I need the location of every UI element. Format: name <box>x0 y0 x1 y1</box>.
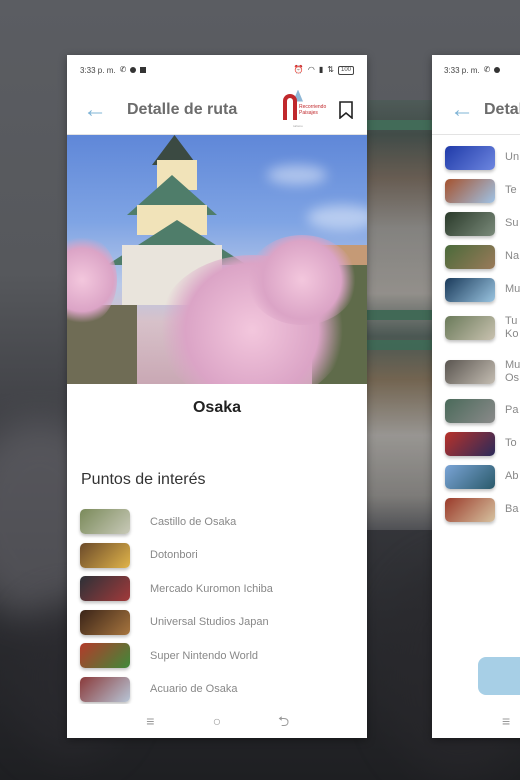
place-name: Osaka <box>192 399 242 416</box>
points-of-interest-list: Castillo de Osaka Dotonbori Mercado Kuromo… <box>67 505 367 706</box>
logo-arch-icon <box>283 93 297 120</box>
home-icon[interactable]: ○ <box>207 714 227 728</box>
poi-label: Tu Ko <box>505 315 519 340</box>
app-bar: ← Detalle de ruta Recorriendo Paisajes t… <box>67 85 367 135</box>
notification-dot-icon <box>130 67 137 73</box>
wifi-icon: ◠ <box>307 65 315 74</box>
poi-thumbnail <box>445 360 495 384</box>
poi-list-item[interactable]: Universal Studios Japan <box>67 606 367 640</box>
poi-list-item[interactable]: To <box>432 427 520 460</box>
system-nav-bar: ≡ <box>432 704 520 738</box>
status-bar: 3:33 p. m. ✆ ⏰ ◠ ▮ ⇅ 100 <box>67 55 367 85</box>
poi-thumbnail <box>80 576 130 602</box>
arrow-left-icon[interactable]: ← <box>450 97 474 122</box>
status-time: 3:33 p. m. <box>444 65 480 75</box>
recent-app-card-main[interactable]: 3:33 p. m. ✆ ⏰ ◠ ▮ ⇅ 100 ← Detalle de ru… <box>67 55 367 738</box>
arrow-left-icon[interactable]: ← <box>83 97 113 122</box>
page-title: Detalle de ruta <box>127 100 238 118</box>
whatsapp-icon: ✆ <box>483 65 491 74</box>
poi-label: Ba <box>505 503 519 515</box>
poi-thumbnail <box>445 211 495 236</box>
poi-list-item[interactable]: Ba <box>432 493 520 526</box>
poi-label: Universal Studios Japan <box>150 616 269 629</box>
poi-thumbnail <box>445 178 495 203</box>
poi-list-item[interactable]: Dotonbori <box>67 539 367 573</box>
brand-logo: Recorriendo Paisajes turismo <box>281 89 327 130</box>
back-icon[interactable]: ⮌ <box>274 714 294 728</box>
lte-icon: ⇅ <box>327 65 334 74</box>
poi-list-item[interactable]: Na <box>432 240 520 273</box>
start-route-button[interactable] <box>478 657 520 695</box>
poi-label: Acuario de Osaka <box>150 683 238 696</box>
bookmark-icon[interactable] <box>339 100 353 119</box>
poi-label: Un <box>505 151 520 163</box>
poi-thumbnail <box>445 497 495 522</box>
notification-dot-icon <box>494 67 501 73</box>
poi-thumbnail <box>445 431 495 456</box>
status-bar: 3:33 p. m. ✆ <box>432 55 520 85</box>
points-of-interest-list: Un Te Su Na Mu Tu Ko Mu Os Pa To Ab Ba <box>432 141 520 526</box>
recent-apps-icon[interactable]: ≡ <box>502 714 510 728</box>
poi-list-item[interactable]: Mercado Kuromon Ichiba <box>67 572 367 606</box>
poi-thumbnail <box>80 643 130 669</box>
poi-label: Na <box>505 250 520 262</box>
alarm-icon: ⏰ <box>293 65 304 74</box>
poi-thumbnail <box>445 244 495 269</box>
poi-thumbnail <box>445 316 495 340</box>
poi-list-item[interactable]: Un <box>432 141 520 174</box>
system-nav-bar: ≡ ○ ⮌ <box>67 704 367 738</box>
whatsapp-icon: ✆ <box>119 65 127 74</box>
poi-thumbnail <box>445 145 495 170</box>
recent-app-card-right[interactable]: 3:33 p. m. ✆ ← Detalle de ruta Un Te Su Na M… <box>432 55 520 738</box>
poi-list-item[interactable]: Acuario de Osaka <box>67 673 367 707</box>
poi-label: Mercado Kuromon Ichiba <box>150 582 273 595</box>
square-app-icon <box>140 67 147 73</box>
background-castle-image <box>367 100 432 530</box>
poi-label: Mu Os <box>505 359 520 384</box>
poi-list-item[interactable]: Su <box>432 207 520 240</box>
poi-list-item[interactable]: Ab <box>432 460 520 493</box>
poi-label: Mu <box>505 283 520 295</box>
poi-list-item[interactable]: Mu Os <box>432 350 520 394</box>
page-title: Detalle de ruta <box>484 100 520 118</box>
logo-subtext: turismo <box>293 123 303 128</box>
poi-thumbnail <box>80 509 130 535</box>
poi-list-item[interactable]: Tu Ko <box>432 306 520 350</box>
poi-thumbnail <box>80 609 130 635</box>
poi-label: Te <box>505 184 517 196</box>
poi-thumbnail <box>445 398 495 423</box>
poi-label: Super Nintendo World <box>150 649 259 662</box>
app-bar: ← Detalle de ruta <box>432 85 520 135</box>
battery-icon: 100 <box>337 65 354 75</box>
hero-image <box>67 135 367 384</box>
poi-label: Pa <box>505 404 519 416</box>
poi-thumbnail <box>445 464 495 489</box>
section-title: Puntos de interés <box>81 471 206 488</box>
poi-label: Dotonbori <box>150 549 198 562</box>
poi-list-item[interactable]: Te <box>432 174 520 207</box>
recent-apps-icon[interactable]: ≡ <box>140 714 160 728</box>
poi-label: Ab <box>505 470 519 482</box>
poi-label: To <box>505 437 517 449</box>
poi-thumbnail <box>445 277 495 302</box>
logo-text: Recorriendo Paisajes <box>299 103 327 116</box>
poi-list-item[interactable]: Mu <box>432 273 520 306</box>
poi-thumbnail <box>80 676 130 702</box>
signal-icon: ▮ <box>318 65 324 74</box>
poi-list-item[interactable]: Pa <box>432 394 520 427</box>
poi-thumbnail <box>80 542 130 568</box>
poi-label: Castillo de Osaka <box>150 515 237 528</box>
poi-list-item[interactable]: Super Nintendo World <box>67 639 367 673</box>
poi-list-item[interactable]: Castillo de Osaka <box>67 505 367 539</box>
poi-label: Su <box>505 217 519 229</box>
status-time: 3:33 p. m. <box>80 65 116 75</box>
